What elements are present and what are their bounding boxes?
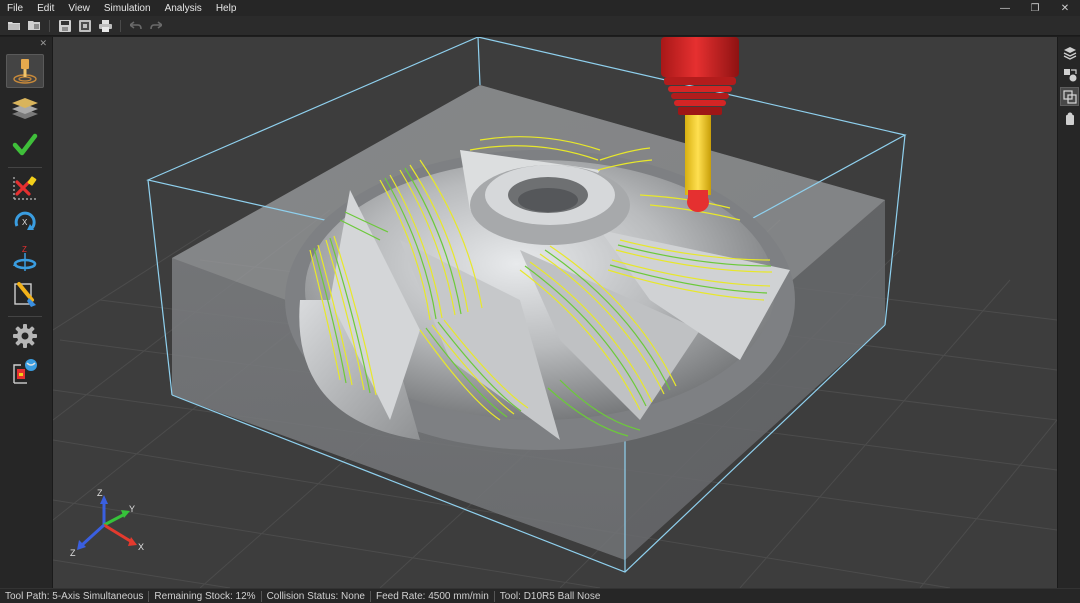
- axis-label-z: Z: [97, 488, 103, 498]
- tool-holder-icon[interactable]: [6, 54, 44, 88]
- axis-triad: Z Y X Z: [70, 488, 144, 558]
- menu-help[interactable]: Help: [209, 3, 244, 14]
- status-feed-rate: Feed Rate: 4500 mm/min: [375, 590, 489, 602]
- open-folder-icon[interactable]: [4, 17, 24, 35]
- redo-icon[interactable]: [146, 17, 166, 35]
- menu-simulation[interactable]: Simulation: [97, 3, 158, 14]
- left-tool-panel: ✕ X Z: [0, 37, 53, 588]
- shapes-icon[interactable]: [1060, 65, 1079, 84]
- save-as-icon[interactable]: [75, 17, 95, 35]
- collision-check-icon[interactable]: [6, 171, 44, 205]
- axis-label-z-neg: Z: [70, 548, 76, 558]
- verify-check-icon[interactable]: [6, 128, 44, 162]
- panel-divider: [8, 167, 42, 168]
- machine-report-icon[interactable]: [6, 354, 44, 388]
- status-collision: Collision Status: None: [266, 590, 365, 602]
- minimize-button[interactable]: —: [990, 0, 1020, 16]
- status-tool-path: Tool Path: 5-Axis Simultaneous: [5, 590, 144, 602]
- view-cube-icon[interactable]: [1060, 87, 1079, 106]
- restore-button[interactable]: ❐: [1020, 0, 1050, 16]
- svg-text:X: X: [22, 218, 28, 227]
- scene-canvas: Z Y X Z: [53, 37, 1057, 588]
- rotate-x-icon[interactable]: X: [6, 205, 44, 239]
- main-toolbar: [0, 16, 1080, 36]
- part-view-icon[interactable]: [1060, 109, 1079, 128]
- undo-icon[interactable]: [126, 17, 146, 35]
- status-bar: Tool Path: 5-Axis Simultaneous Remaining…: [0, 588, 1080, 603]
- menu-edit[interactable]: Edit: [30, 3, 61, 14]
- menu-file[interactable]: File: [0, 3, 30, 14]
- toolbar-divider: [49, 19, 50, 32]
- status-tool: Tool: D10R5 Ball Nose: [499, 590, 601, 602]
- axis-label-y: Y: [129, 504, 135, 514]
- status-remaining-stock: Remaining Stock: 12%: [154, 590, 256, 602]
- right-tool-panel: [1057, 37, 1080, 588]
- brush-paint-icon[interactable]: [6, 277, 44, 311]
- settings-gear-icon[interactable]: [6, 319, 44, 353]
- toolbar-divider: [120, 19, 121, 32]
- close-window-button[interactable]: ✕: [1050, 0, 1080, 16]
- window-controls: — ❐ ✕: [990, 0, 1080, 16]
- simulation-viewport[interactable]: Z Y X Z: [53, 37, 1057, 588]
- menu-view[interactable]: View: [61, 3, 97, 14]
- menu-bar: File Edit View Simulation Analysis Help: [0, 0, 1080, 16]
- open-file-icon[interactable]: [24, 17, 44, 35]
- rotate-z-icon[interactable]: Z: [6, 242, 44, 276]
- close-panel-icon[interactable]: ✕: [39, 38, 47, 49]
- layers-stock-icon[interactable]: [6, 91, 44, 125]
- layers-icon[interactable]: [1060, 43, 1079, 62]
- axis-label-x: X: [138, 542, 144, 552]
- impeller-part: [285, 150, 795, 450]
- menu-analysis[interactable]: Analysis: [158, 3, 209, 14]
- save-icon[interactable]: [55, 17, 75, 35]
- svg-text:Z: Z: [22, 245, 27, 254]
- panel-divider: [8, 316, 42, 317]
- print-icon[interactable]: [95, 17, 115, 35]
